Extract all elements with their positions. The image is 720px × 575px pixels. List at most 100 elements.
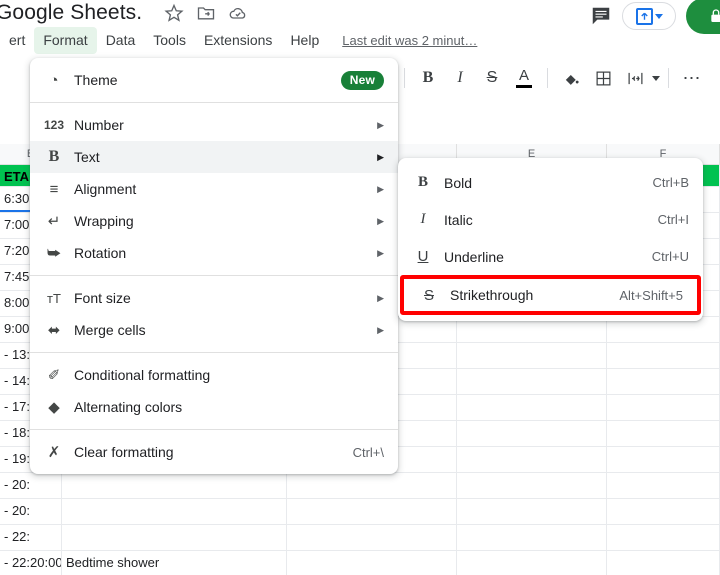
cell-D16[interactable]	[287, 551, 457, 575]
more-options-button[interactable]: ⋯	[677, 63, 707, 93]
clear-formatting-icon: ✗	[47, 444, 61, 461]
menu-help[interactable]: Help	[281, 27, 328, 54]
keyboard-shortcut: Alt+Shift+5	[619, 287, 683, 303]
menu-data[interactable]: Data	[97, 27, 145, 54]
cell-F8[interactable]	[607, 343, 720, 368]
format-menu-item-label: Alignment	[74, 181, 137, 197]
table-row[interactable]: - 22:20:00 PMBedtime shower	[0, 551, 720, 575]
cell-C13[interactable]	[62, 473, 287, 498]
cell-C14[interactable]	[62, 499, 287, 524]
move-to-folder-icon[interactable]	[196, 3, 216, 23]
cell-C16[interactable]: Bedtime shower	[62, 551, 287, 575]
format-menu-item-label: Wrapping	[74, 213, 134, 229]
menu-ert[interactable]: ert	[0, 27, 34, 54]
text-color-button[interactable]: A	[509, 63, 539, 93]
format-menu-item-alternating-colors[interactable]: ◆ Alternating colors	[30, 391, 398, 423]
text-submenu-item-strikethrough[interactable]: S Strikethrough Alt+Shift+5	[400, 275, 701, 315]
format-menu-item-label: Font size	[74, 290, 131, 306]
text-submenu-item-underline[interactable]: U Underline Ctrl+U	[398, 238, 703, 275]
star-icon[interactable]	[164, 3, 184, 23]
fill-color-button[interactable]	[556, 63, 586, 93]
text-submenu-item-bold[interactable]: B Bold Ctrl+B	[398, 164, 703, 201]
cell-F14[interactable]	[607, 499, 720, 524]
table-row[interactable]: - 22:	[0, 525, 720, 551]
formatting-toolbar: B I S A ⋯	[398, 58, 720, 98]
cell-E16[interactable]	[457, 551, 607, 575]
format-menu-item-alignment[interactable]: ≡ Alignment ▶	[30, 173, 398, 205]
bold-b-icon: B	[48, 148, 60, 165]
cloud-saved-icon[interactable]	[228, 3, 248, 23]
menu-separator	[30, 429, 398, 430]
table-row[interactable]: - 20:	[0, 473, 720, 499]
format-menu-item-label: Conditional formatting	[74, 367, 211, 383]
bold-button[interactable]: B	[413, 63, 443, 93]
cell-E11[interactable]	[457, 421, 607, 446]
submenu-arrow-icon: ▶	[377, 324, 384, 335]
text-submenu-item-italic[interactable]: I Italic Ctrl+I	[398, 201, 703, 238]
underline-icon: U	[417, 248, 429, 265]
cell-E8[interactable]	[457, 343, 607, 368]
format-menu-item-label: Clear formatting	[74, 444, 174, 460]
menu-format[interactable]: Format	[34, 26, 97, 54]
font-size-icon: ᴛT	[47, 290, 61, 306]
cell-D14[interactable]	[287, 499, 457, 524]
merge-cells-button[interactable]	[620, 63, 650, 93]
cell-F13[interactable]	[607, 473, 720, 498]
document-title[interactable]: Google Sheets.	[0, 1, 142, 25]
cell-E15[interactable]	[457, 525, 607, 550]
format-menu-item-conditional-formatting[interactable]: ✐ Conditional formatting	[30, 359, 398, 391]
rotation-icon: ⮩	[47, 244, 61, 262]
cell-B15[interactable]: - 22:	[0, 525, 62, 550]
title-bar: Google Sheets.	[0, 0, 720, 34]
cell-C15[interactable]	[62, 525, 287, 550]
last-edit-status[interactable]: Last edit was 2 minut…	[342, 33, 477, 48]
cell-F16[interactable]	[607, 551, 720, 575]
borders-button[interactable]	[588, 63, 618, 93]
italic-button[interactable]: I	[445, 63, 475, 93]
submenu-arrow-icon: ▶	[377, 183, 384, 194]
menu-extensions[interactable]: Extensions	[195, 27, 281, 54]
keyboard-shortcut: Ctrl+I	[657, 212, 689, 227]
format-menu-item-theme[interactable]: ◔ Theme New	[30, 64, 398, 96]
format-menu-item-number[interactable]: 123 Number ▶	[30, 109, 398, 141]
lock-icon	[711, 9, 720, 22]
merge-cells-icon: ⬌	[47, 322, 61, 339]
cell-E13[interactable]	[457, 473, 607, 498]
cell-F10[interactable]	[607, 395, 720, 420]
title-icon-group	[164, 3, 248, 23]
cell-D15[interactable]	[287, 525, 457, 550]
cell-F11[interactable]	[607, 421, 720, 446]
format-menu-item-merge-cells[interactable]: ⬌ Merge cells ▶	[30, 314, 398, 346]
cell-B16[interactable]: - 22:20:00 PM	[0, 551, 62, 575]
format-menu-item-rotation[interactable]: ⮩ Rotation ▶	[30, 237, 398, 269]
cell-E12[interactable]	[457, 447, 607, 472]
format-menu-item-label: Merge cells	[74, 322, 146, 338]
google-sheets-window: BCDEF ETA6:307:007:207:458:009:00- 13:- …	[0, 0, 720, 575]
chevron-down-icon[interactable]	[654, 13, 663, 19]
comment-icon[interactable]	[590, 5, 612, 27]
cell-F12[interactable]	[607, 447, 720, 472]
cell-F15[interactable]	[607, 525, 720, 550]
cell-E10[interactable]	[457, 395, 607, 420]
menu-tools[interactable]: Tools	[144, 27, 195, 54]
cell-E9[interactable]	[457, 369, 607, 394]
chevron-down-icon[interactable]	[652, 75, 660, 81]
format-menu-item-font-size[interactable]: ᴛT Font size ▶	[30, 282, 398, 314]
format-menu-item-text[interactable]: B Text ▶	[30, 141, 398, 173]
text-submenu-item-label: Bold	[444, 174, 473, 191]
strikethrough-icon: S	[423, 286, 434, 304]
cell-F9[interactable]	[607, 369, 720, 394]
format-menu-item-wrapping[interactable]: ↵ Wrapping ▶	[30, 205, 398, 237]
cell-D13[interactable]	[287, 473, 457, 498]
format-menu-item-clear-formatting[interactable]: ✗ Clear formatting Ctrl+\	[30, 436, 398, 468]
menu-separator	[30, 352, 398, 353]
cell-B13[interactable]: - 20:	[0, 473, 62, 498]
bold-icon: B	[417, 174, 428, 190]
paint-roller-icon: ✐	[47, 367, 61, 384]
table-row[interactable]: - 20:	[0, 499, 720, 525]
strikethrough-button[interactable]: S	[477, 63, 507, 93]
cell-B14[interactable]: - 20:	[0, 499, 62, 524]
toolbar-divider	[668, 68, 669, 88]
cell-E14[interactable]	[457, 499, 607, 524]
text-submenu-item-label: Underline	[444, 248, 504, 265]
